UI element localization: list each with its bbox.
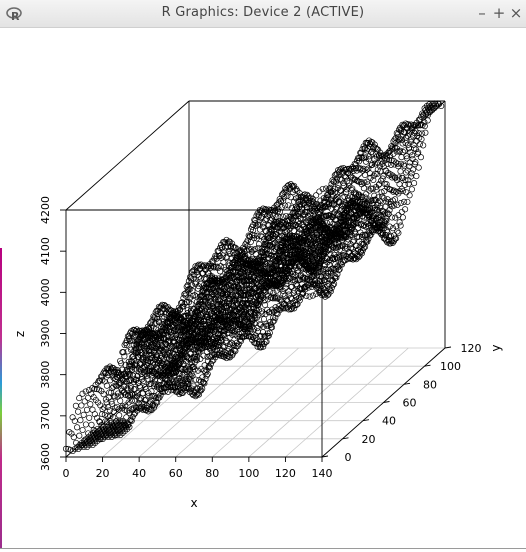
data-point <box>422 129 429 136</box>
data-point <box>424 117 431 124</box>
data-point <box>75 408 82 415</box>
x-axis-label: x <box>190 496 197 510</box>
data-point <box>220 259 227 266</box>
data-points <box>62 100 445 455</box>
data-point <box>397 200 404 207</box>
data-point <box>398 154 405 161</box>
data-point <box>339 194 346 201</box>
x-tick-label-0: 0 <box>63 467 70 480</box>
data-point <box>116 412 123 419</box>
data-point <box>72 402 79 409</box>
y-tick-label-40: 40 <box>382 415 396 428</box>
z-tick-label-4000: 4000 <box>39 278 52 306</box>
x-tick-label-120: 120 <box>275 467 296 480</box>
y-tick-label-80: 80 <box>423 378 437 391</box>
data-point <box>80 411 87 418</box>
x-tick-label-60: 60 <box>169 467 183 480</box>
x-tick-label-140: 140 <box>312 467 333 480</box>
data-point <box>394 201 401 208</box>
data-point <box>409 155 416 163</box>
y-tick-label-60: 60 <box>403 397 417 410</box>
data-point <box>82 421 89 428</box>
data-point <box>403 189 410 196</box>
data-point <box>361 171 369 179</box>
data-point <box>396 219 403 226</box>
data-point <box>406 192 413 199</box>
x-tick-label-20: 20 <box>96 467 110 480</box>
data-point <box>306 293 313 300</box>
minimize-button[interactable]: – <box>474 4 490 22</box>
data-point <box>327 219 334 226</box>
x-tick-label-80: 80 <box>205 467 219 480</box>
data-point <box>255 241 263 248</box>
close-icon: × <box>509 4 523 22</box>
data-point <box>386 223 393 230</box>
y-tick-mark-120 <box>444 346 452 349</box>
data-point <box>81 398 88 405</box>
maximize-button[interactable]: + <box>491 4 507 22</box>
y-tick-label-20: 20 <box>362 433 376 446</box>
left-color-strip <box>0 248 2 548</box>
data-point <box>103 382 110 389</box>
data-point <box>404 198 411 205</box>
data-point <box>86 414 93 421</box>
scatter3d-plot: 0 20 40 60 80 100 120 1400204060801001203600370… <box>13 100 503 510</box>
y-tick-label-100: 100 <box>440 360 461 373</box>
data-point <box>79 426 86 434</box>
data-point <box>397 168 404 175</box>
data-point <box>420 142 427 149</box>
window-bottom-border <box>0 548 526 549</box>
data-point <box>389 225 397 232</box>
z-tick-label-4100: 4100 <box>39 237 52 265</box>
y-tick-label-0: 0 <box>345 451 352 464</box>
z-axis-label: z <box>13 331 27 337</box>
box-edge-5 <box>65 100 190 211</box>
y-tick-label-120: 120 <box>461 342 482 355</box>
data-point <box>287 194 294 201</box>
z-tick-label-3600: 3600 <box>39 443 52 471</box>
data-point <box>114 393 121 400</box>
minimize-icon: – <box>478 4 486 22</box>
z-tick-label-3800: 3800 <box>39 361 52 389</box>
x-tick-label-100: 100 <box>238 467 259 480</box>
data-point <box>74 424 81 431</box>
maximize-icon: + <box>492 4 506 22</box>
y-axis-label: y <box>489 344 503 351</box>
data-point <box>411 180 418 187</box>
z-tick-label-3700: 3700 <box>39 402 52 430</box>
data-point <box>83 406 91 413</box>
data-point <box>289 295 296 303</box>
data-point <box>385 210 392 218</box>
data-point <box>87 401 94 408</box>
title-bar[interactable]: R R Graphics: Device 2 (ACTIVE) – + × <box>0 0 526 28</box>
data-point <box>77 417 84 424</box>
window-title: R Graphics: Device 2 (ACTIVE) <box>161 5 365 20</box>
data-point <box>363 166 370 173</box>
data-point <box>88 421 95 428</box>
z-tick-label-3900: 3900 <box>39 320 52 348</box>
r-graphics-window: R R Graphics: Device 2 (ACTIVE) – + × 02… <box>0 0 526 552</box>
z-tick-label-4200: 4200 <box>39 196 52 224</box>
data-point <box>255 244 262 251</box>
data-point <box>416 141 423 148</box>
data-point <box>408 186 415 193</box>
data-point <box>76 432 83 439</box>
data-point <box>139 390 147 397</box>
data-point <box>106 407 113 414</box>
close-button[interactable]: × <box>508 4 524 22</box>
data-point <box>309 292 316 299</box>
x-tick-label-40: 40 <box>132 467 146 480</box>
